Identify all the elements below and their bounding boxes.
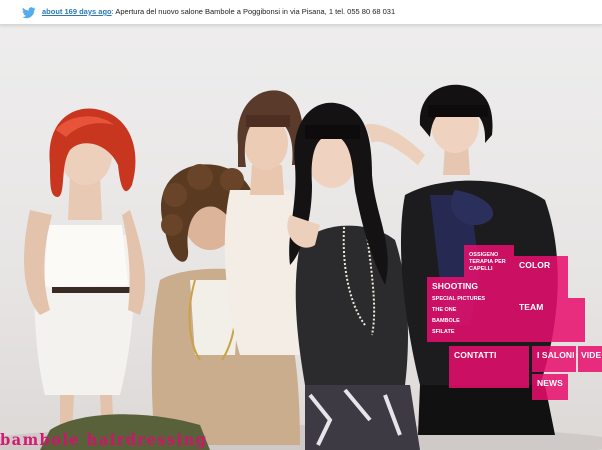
menu-shooting-item[interactable]: SPECIAL PICTURES (432, 296, 485, 302)
menu-ossigeno-tile[interactable]: OSSIGENO TERAPIA PER CAPELLI (464, 245, 514, 277)
tweet-message: : Apertura del nuovo salone Bambole a Po… (111, 7, 396, 16)
menu-shooting-label: SHOOTING (432, 281, 479, 291)
brand-logo[interactable]: bambole hairdressing (0, 430, 207, 449)
menu-saloni-tile[interactable]: I SALONI (532, 346, 576, 372)
model-red-hair (24, 108, 146, 435)
twitter-bar: about 169 days ago: Apertura del nuovo s… (0, 0, 602, 25)
menu-video-label: VIDE (581, 350, 602, 360)
menu-color-tile[interactable]: COLOR (514, 256, 568, 298)
tweet-time-link[interactable]: about 169 days ago (42, 7, 112, 16)
menu-video-tile[interactable]: VIDE (578, 346, 602, 372)
menu-contatti-tile[interactable]: CONTATTI (449, 346, 529, 388)
tweet-text: about 169 days ago: Apertura del nuovo s… (42, 7, 395, 16)
menu-saloni-label: I SALONI (537, 350, 575, 360)
menu-team-label: TEAM (519, 302, 544, 312)
menu-ossigeno-label: OSSIGENO TERAPIA PER CAPELLI (469, 252, 506, 272)
menu-news-tile[interactable]: NEWS (532, 374, 568, 400)
menu-color-label: COLOR (519, 260, 551, 270)
menu-team-tile[interactable]: TEAM (514, 298, 585, 342)
menu-news-label: NEWS (537, 378, 563, 388)
menu-shooting-tile[interactable]: SHOOTING SPECIAL PICTURES THE ONE BAMBOL… (427, 277, 514, 342)
menu-shooting-item[interactable]: BAMBOLE (432, 318, 460, 324)
menu-shooting-item[interactable]: SFILATE (432, 329, 455, 335)
menu-contatti-label: CONTATTI (454, 350, 497, 360)
model-long-dark-hair (287, 102, 420, 450)
menu-shooting-item[interactable]: THE ONE (432, 307, 456, 313)
twitter-bird-icon[interactable] (22, 6, 36, 19)
